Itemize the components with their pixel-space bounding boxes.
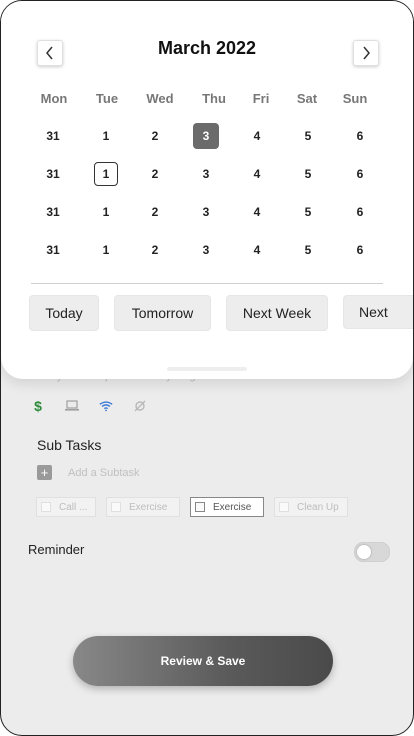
day-cell[interactable]: 31 — [40, 123, 66, 149]
day-cell[interactable]: 2 — [142, 199, 168, 225]
plus-icon[interactable]: + — [37, 465, 52, 480]
checkbox-icon[interactable] — [41, 502, 51, 512]
subtask-chip[interactable]: Exercise — [106, 497, 180, 517]
day-cell[interactable]: 2 — [142, 161, 168, 187]
day-cell[interactable]: 5 — [295, 161, 321, 187]
weekday-label: Sat — [296, 91, 318, 106]
day-cell[interactable]: 5 — [295, 237, 321, 263]
reminder-toggle[interactable] — [354, 542, 390, 562]
day-cell[interactable]: 1 — [93, 237, 119, 263]
task-icon-row: $ — [31, 398, 147, 414]
day-cell-today[interactable]: 1 — [94, 162, 118, 186]
day-cell[interactable]: 1 — [93, 199, 119, 225]
day-cell[interactable]: 4 — [244, 199, 270, 225]
quick-date-today-button[interactable]: Today — [29, 295, 99, 331]
subtasks-heading: Sub Tasks — [37, 437, 102, 453]
quick-date-tomorrow-button[interactable]: Tomorrow — [114, 295, 211, 331]
day-cell[interactable]: 31 — [40, 237, 66, 263]
day-cell[interactable]: 3 — [193, 237, 219, 263]
day-cell[interactable]: 2 — [142, 123, 168, 149]
dollar-icon[interactable]: $ — [31, 398, 45, 414]
day-cell[interactable]: 5 — [295, 123, 321, 149]
subtask-chip[interactable]: Clean Up — [274, 497, 348, 517]
checkbox-icon[interactable] — [111, 502, 121, 512]
day-cell[interactable]: 6 — [347, 161, 373, 187]
laptop-icon[interactable] — [65, 399, 79, 413]
day-cell[interactable]: 6 — [347, 199, 373, 225]
weekday-label: Wed — [146, 91, 174, 106]
day-cell[interactable]: 5 — [295, 199, 321, 225]
day-cell[interactable]: 3 — [193, 199, 219, 225]
day-cell[interactable]: 4 — [244, 161, 270, 187]
add-subtask-row[interactable]: + Add a Subtask — [37, 465, 140, 480]
day-cell[interactable]: 4 — [244, 123, 270, 149]
reminder-label: Reminder — [28, 542, 85, 557]
next-month-button[interactable] — [353, 40, 379, 66]
day-cell[interactable]: 1 — [93, 123, 119, 149]
day-cell[interactable]: 2 — [142, 237, 168, 263]
date-picker-sheet: March 2022 Mon Tue Wed Thu Fri Sat Sun 3… — [1, 1, 413, 379]
quick-date-next-week-button[interactable]: Next Week — [226, 295, 328, 331]
day-cell[interactable]: 6 — [347, 123, 373, 149]
quick-date-next-button[interactable]: Next — [343, 295, 413, 329]
add-subtask-input[interactable]: Add a Subtask — [68, 467, 140, 479]
month-title: March 2022 — [157, 38, 257, 58]
day-cell[interactable]: 3 — [193, 161, 219, 187]
subtask-chip[interactable]: Call ... — [36, 497, 96, 517]
review-save-button[interactable]: Review & Save — [73, 636, 333, 686]
subtask-chips: Call ... Exercise Exercise Clean Up — [36, 497, 348, 517]
link-off-icon[interactable] — [133, 399, 147, 413]
day-cell[interactable]: 4 — [244, 237, 270, 263]
weekday-label: Fri — [252, 91, 270, 106]
sheet-drag-handle[interactable] — [167, 367, 247, 371]
day-cell[interactable]: 31 — [40, 161, 66, 187]
day-cell[interactable]: 6 — [347, 237, 373, 263]
checkbox-icon[interactable] — [279, 502, 289, 512]
weekday-label: Thu — [202, 91, 226, 106]
subtask-chip-active[interactable]: Exercise — [190, 497, 264, 517]
toggle-knob — [357, 545, 371, 559]
day-cell[interactable]: 31 — [40, 199, 66, 225]
weekday-label: Tue — [95, 91, 119, 106]
checkbox-icon[interactable] — [195, 502, 205, 512]
day-cell-selected[interactable]: 3 — [193, 123, 219, 149]
chevron-right-icon — [363, 46, 370, 60]
divider — [31, 283, 383, 284]
weekday-label: Mon — [40, 91, 68, 106]
wifi-icon[interactable] — [99, 399, 113, 413]
weekday-label: Sun — [342, 91, 368, 106]
phone-frame: 10-Day Task Depends on Anything $ Sub Ta… — [0, 0, 414, 736]
